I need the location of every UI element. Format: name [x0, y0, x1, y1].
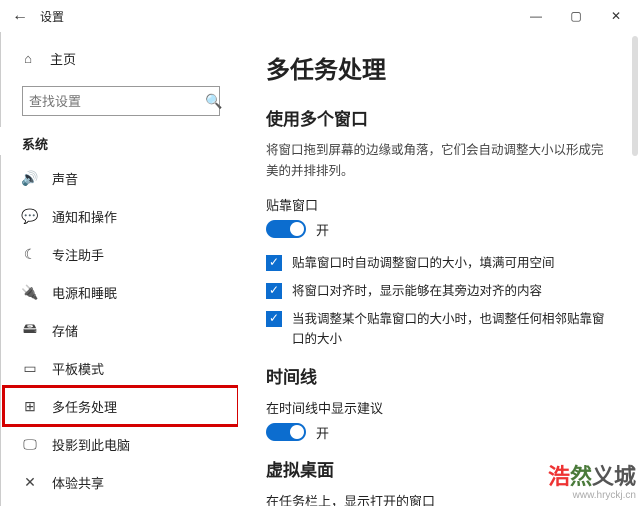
page-title: 多任务处理: [266, 50, 612, 85]
watermark-brand-tail: 义城: [592, 464, 636, 489]
notification-icon: 💬: [22, 208, 38, 225]
sidebar-item-power-sleep[interactable]: 🔌 电源和睡眠: [4, 273, 238, 311]
home-icon: ⌂: [20, 51, 36, 66]
sidebar-item-storage[interactable]: 🖴 存储: [4, 311, 238, 349]
watermark: 浩然义城 www.hryckj.cn: [548, 464, 636, 502]
timeline-label: 在时间线中显示建议: [266, 398, 612, 417]
left-divider: [0, 32, 1, 506]
storage-icon: 🖴: [22, 318, 38, 342]
sidebar-item-label: 存储: [52, 321, 78, 340]
section-desc: 将窗口拖到屏幕的边缘或角落，它们会自动调整大小以形成完美的并排排列。: [266, 140, 612, 183]
home-label: 主页: [50, 49, 76, 68]
section-title-timeline: 时间线: [266, 363, 612, 388]
sidebar-item-label: 电源和睡眠: [52, 283, 117, 302]
sidebar-home[interactable]: ⌂ 主页: [4, 40, 238, 76]
content-pane: 多任务处理 使用多个窗口 将窗口拖到屏幕的边缘或角落，它们会自动调整大小以形成完…: [238, 32, 640, 506]
sound-icon: 🔊: [22, 170, 38, 187]
sidebar-item-label: 通知和操作: [52, 207, 117, 226]
timeline-toggle-state: 开: [316, 423, 329, 442]
checkbox-snap-fill[interactable]: ✓: [266, 255, 282, 271]
checkbox-snap-suggest[interactable]: ✓: [266, 283, 282, 299]
sidebar-item-label: 专注助手: [52, 245, 104, 264]
sidebar-item-tablet-mode[interactable]: ▭ 平板模式: [4, 349, 238, 387]
checkbox-label: 贴靠窗口时自动调整窗口的大小，填满可用空间: [292, 253, 555, 273]
tablet-icon: ▭: [22, 360, 38, 377]
minimize-button[interactable]: —: [516, 0, 556, 32]
sidebar-item-project[interactable]: 🖵 投影到此电脑: [4, 425, 238, 463]
multitask-icon: ⊞: [22, 398, 38, 415]
watermark-brand-b: 然: [570, 464, 592, 489]
checkbox-snap-resize[interactable]: ✓: [266, 311, 282, 327]
project-icon: 🖵: [22, 436, 38, 453]
share-icon: ✕: [22, 474, 38, 491]
search-input[interactable]: [29, 94, 205, 109]
watermark-url: www.hryckj.cn: [548, 490, 636, 502]
scrollbar[interactable]: [632, 36, 638, 156]
sidebar-item-shared-experience[interactable]: ✕ 体验共享: [4, 463, 238, 501]
close-button[interactable]: ✕: [596, 0, 636, 32]
sidebar-item-label: 投影到此电脑: [52, 435, 130, 454]
sidebar-item-label: 多任务处理: [52, 397, 117, 416]
moon-icon: ☾: [22, 246, 38, 263]
search-box[interactable]: 🔍: [22, 86, 220, 116]
power-icon: 🔌: [22, 284, 38, 301]
checkbox-label: 当我调整某个贴靠窗口的大小时，也调整任何相邻贴靠窗口的大小: [292, 309, 612, 349]
sidebar-item-sound[interactable]: 🔊 声音: [4, 159, 238, 197]
search-icon: 🔍: [205, 93, 222, 110]
window-title: 设置: [40, 8, 64, 25]
section-title-windows: 使用多个窗口: [266, 105, 612, 130]
sidebar: ⌂ 主页 🔍 系统 🔊 声音 💬 通知和操作 ☾ 专注助手 🔌 电源和睡眠 🖴 …: [0, 32, 238, 506]
sidebar-item-label: 平板模式: [52, 359, 104, 378]
sidebar-item-label: 体验共享: [52, 473, 104, 492]
snap-toggle[interactable]: [266, 220, 306, 238]
back-button[interactable]: ←: [4, 0, 36, 32]
sidebar-item-notifications[interactable]: 💬 通知和操作: [4, 197, 238, 235]
timeline-toggle[interactable]: [266, 423, 306, 441]
maximize-button[interactable]: ▢: [556, 0, 596, 32]
sidebar-item-label: 声音: [52, 169, 78, 188]
sidebar-section-title: 系统: [4, 126, 238, 159]
checkbox-label: 将窗口对齐时，显示能够在其旁边对齐的内容: [292, 281, 542, 301]
watermark-brand-a: 浩: [548, 464, 570, 489]
sidebar-item-multitasking[interactable]: ⊞ 多任务处理: [4, 387, 238, 425]
sidebar-item-focus-assist[interactable]: ☾ 专注助手: [4, 235, 238, 273]
snap-toggle-state: 开: [316, 220, 329, 239]
snap-label: 贴靠窗口: [266, 195, 612, 214]
